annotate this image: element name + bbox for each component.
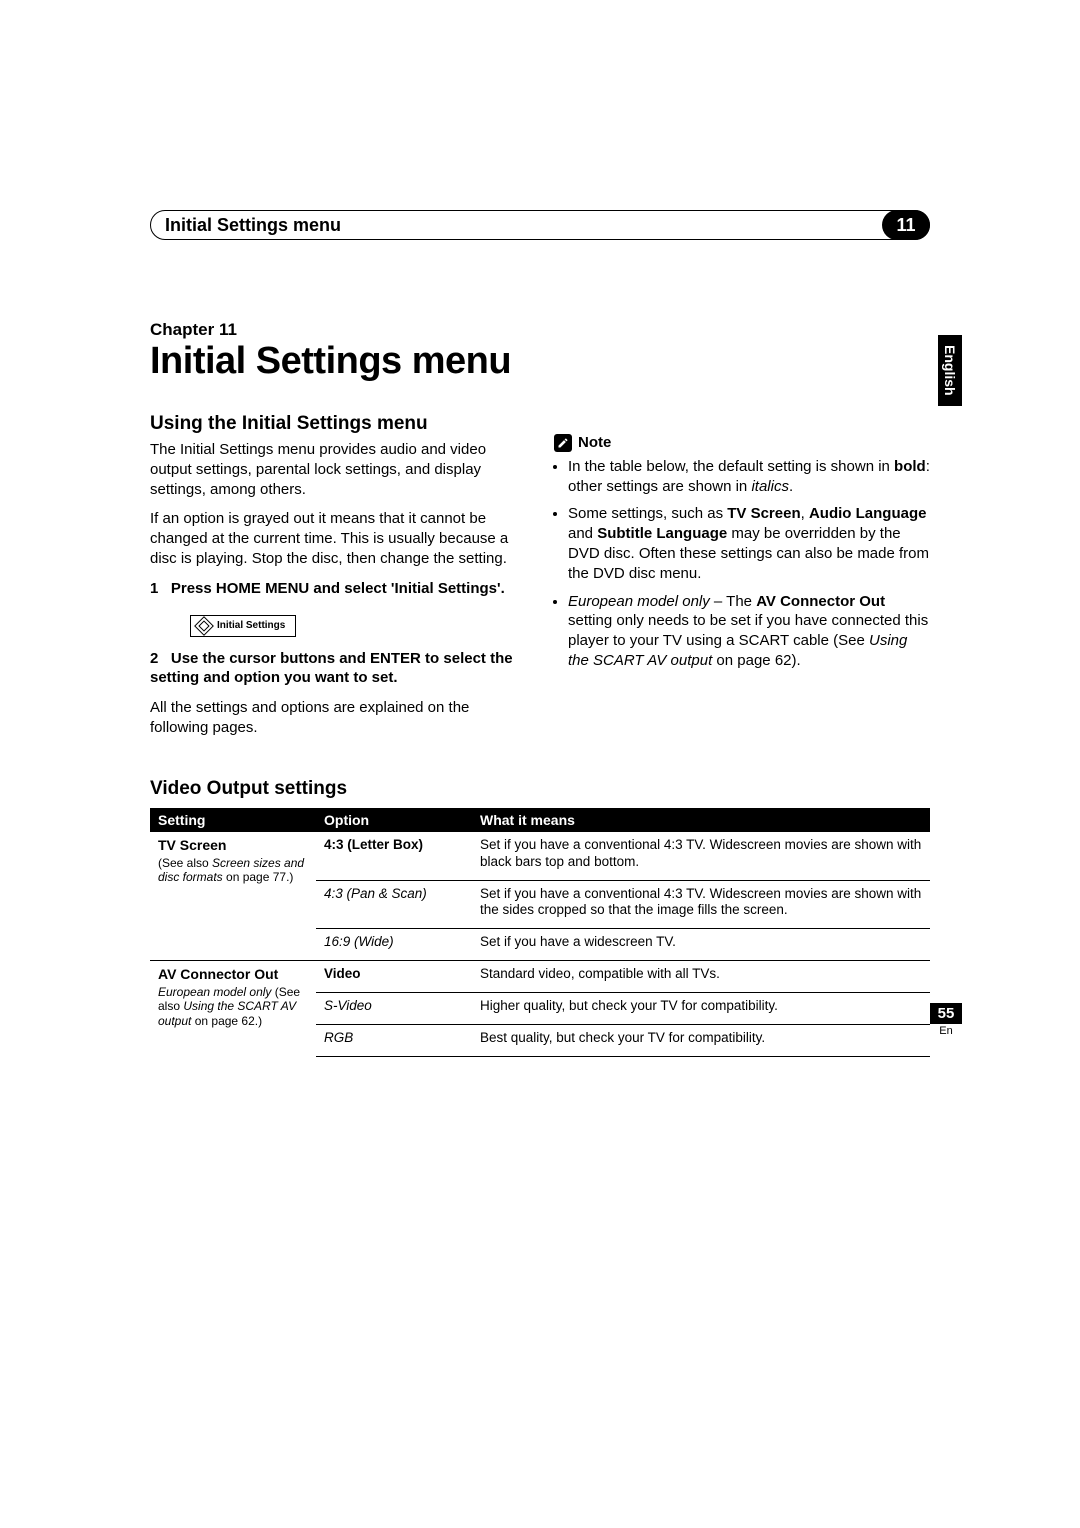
meaning-cell: Set if you have a widescreen TV.: [472, 929, 930, 961]
step-2-followup: All the settings and options are explain…: [150, 698, 526, 738]
page-number: 55: [930, 1003, 962, 1024]
step-2: 2 Use the cursor buttons and ENTER to se…: [150, 649, 526, 689]
running-header: Initial Settings menu 11: [150, 210, 930, 240]
meaning-cell: Set if you have a conventional 4:3 TV. W…: [472, 832, 930, 880]
note-item-2: Some settings, such as TV Screen, Audio …: [568, 504, 930, 583]
chapter-number-badge: 11: [882, 210, 930, 240]
page-title: Initial Settings menu: [150, 340, 930, 383]
right-column: Note In the table below, the default set…: [554, 411, 930, 748]
video-output-section: Video Output settings Setting Option Wha…: [150, 778, 930, 1057]
note-label: Note: [578, 433, 611, 453]
setting-av-connector: AV Connector Out European model only (Se…: [150, 961, 316, 1057]
col-setting: Setting: [150, 808, 316, 832]
page-footer: 55 En: [930, 1003, 962, 1037]
step-2-number: 2: [150, 650, 158, 667]
osd-initial-settings-box: Initial Settings: [190, 615, 296, 637]
section-heading-video-output: Video Output settings: [150, 778, 930, 800]
manual-page: Initial Settings menu 11 English Chapter…: [0, 0, 1080, 1117]
chapter-label: Chapter 11: [150, 320, 930, 340]
intro-paragraph-1: The Initial Settings menu provides audio…: [150, 440, 526, 499]
step-1-text: Press HOME MENU and select 'Initial Sett…: [171, 580, 505, 597]
step-1-number: 1: [150, 580, 158, 597]
settings-icon: [194, 616, 214, 636]
step-1: 1 Press HOME MENU and select 'Initial Se…: [150, 579, 526, 599]
note-heading: Note: [554, 433, 930, 453]
note-list: In the table below, the default setting …: [554, 457, 930, 671]
left-column: Using the Initial Settings menu The Init…: [150, 411, 526, 748]
two-column-layout: Using the Initial Settings menu The Init…: [150, 411, 930, 748]
option-cell: RGB: [316, 1024, 472, 1056]
pencil-icon: [554, 434, 572, 452]
note-item-3: European model only – The AV Connector O…: [568, 592, 930, 671]
intro-paragraph-2: If an option is grayed out it means that…: [150, 509, 526, 568]
meaning-cell: Standard video, compatible with all TVs.: [472, 961, 930, 993]
table-header-row: Setting Option What it means: [150, 808, 930, 832]
option-cell: S-Video: [316, 993, 472, 1025]
col-option: Option: [316, 808, 472, 832]
option-cell: 4:3 (Letter Box): [316, 832, 472, 880]
meaning-cell: Set if you have a conventional 4:3 TV. W…: [472, 880, 930, 929]
osd-label: Initial Settings: [217, 619, 285, 632]
section-heading-using: Using the Initial Settings menu: [150, 411, 526, 436]
step-2-text: Use the cursor buttons and ENTER to sele…: [150, 650, 513, 687]
page-lang: En: [930, 1025, 962, 1037]
video-output-table: Setting Option What it means TV Screen (…: [150, 808, 930, 1057]
table-row: AV Connector Out European model only (Se…: [150, 961, 930, 993]
meaning-cell: Higher quality, but check your TV for co…: [472, 993, 930, 1025]
note-item-1: In the table below, the default setting …: [568, 457, 930, 497]
option-cell: 4:3 (Pan & Scan): [316, 880, 472, 929]
option-cell: Video: [316, 961, 472, 993]
table-row: TV Screen (See also Screen sizes and dis…: [150, 832, 930, 880]
header-pill: Initial Settings menu 11: [150, 210, 930, 240]
option-cell: 16:9 (Wide): [316, 929, 472, 961]
col-meaning: What it means: [472, 808, 930, 832]
running-title: Initial Settings menu: [165, 215, 341, 236]
setting-tv-screen: TV Screen (See also Screen sizes and dis…: [150, 832, 316, 961]
meaning-cell: Best quality, but check your TV for comp…: [472, 1024, 930, 1056]
language-tab: English: [938, 335, 962, 406]
